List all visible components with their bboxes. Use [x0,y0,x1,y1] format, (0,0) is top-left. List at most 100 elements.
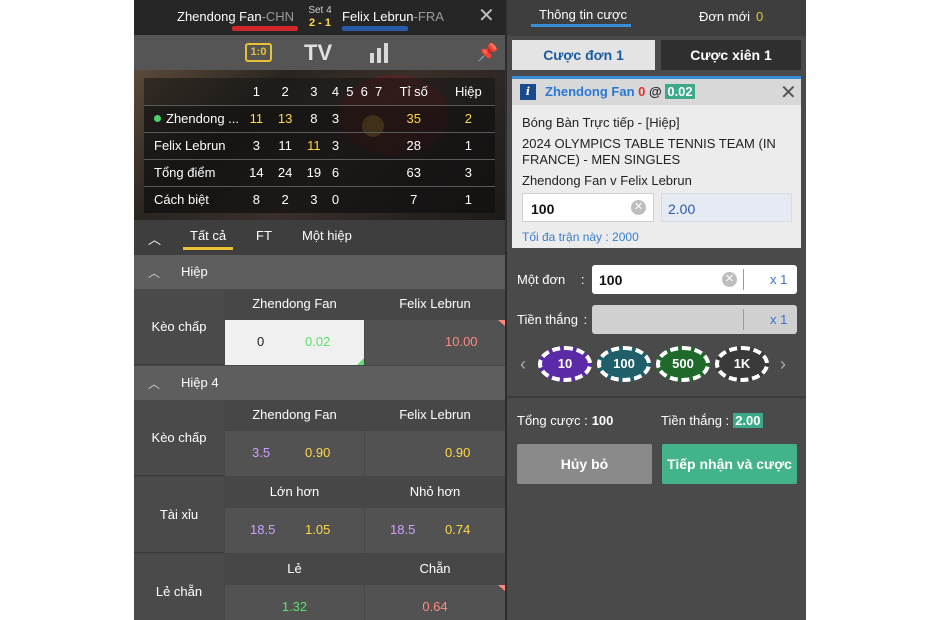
close-icon[interactable]: ✕ [478,6,495,26]
multiplier: x 1 [770,272,788,287]
col-even: Chẵn [365,554,505,584]
score-cell [343,105,357,132]
col-header: 1 [252,83,260,99]
clear-icon[interactable]: ✕ [722,272,737,287]
bet-panel-tabs: Thông tin cược Đơn mới 0 [507,0,806,36]
scoreboard: 1 2 3 4 5 6 7 Tỉ số Hiệp Zhendong ... 11… [134,70,505,220]
divider [743,309,744,330]
media-bar: 1:0 TV 📌 [134,35,505,70]
chevron-up-icon[interactable]: ︿ [148,229,161,248]
tab-parlay-bet[interactable]: Cược xiên 1 [661,40,801,70]
chip-10[interactable]: 10 [538,346,592,382]
section-header-set-4[interactable]: ︿ Hiệp 4 [134,366,505,400]
single-amount-input[interactable]: 100 ✕ x 1 [592,265,797,294]
tv-button[interactable]: TV [304,40,332,66]
close-icon[interactable]: ✕ [780,80,797,105]
odds-even[interactable]: 0.64 [365,585,505,620]
tab-bet-info[interactable]: Thông tin cược [539,7,627,22]
odds-under[interactable]: 18.5 0.74 [365,508,505,553]
row-name: Cách biệt [154,192,209,208]
col-odd: Lẻ [225,554,364,584]
total-stake: Tổng cược :100 [517,413,613,428]
col-header: Tỉ số [399,83,428,99]
col-header: 6 [360,83,368,99]
away-country: -FRA [413,9,444,24]
score-cell [357,159,371,186]
score-cell: 35 [406,111,421,126]
odds-value: 0.64 [422,599,448,614]
score-cell: 19 [306,165,322,180]
score-cell: 2 [281,192,289,208]
filter-bar: ︿ Tất cả FT Một hiệp [134,220,505,255]
slip-sport: Bóng Bàn Trực tiếp - [Hiệp] [522,115,680,130]
slip-at: @ [649,84,662,99]
market-label: Kèo chấp [134,289,224,365]
bet-slip-panel: Thông tin cược Đơn mới 0 Cược đơn 1 Cược … [507,0,806,620]
row-name: Felix Lebrun [154,138,226,153]
match-header: Zhendong Fan-CHN Set 4 2 - 1 Felix Lebru… [134,0,505,35]
odds-value: 0.02 [305,334,331,349]
score-cell: 8 [252,192,260,208]
tab-all[interactable]: Tất cả [190,228,226,243]
col-header: 3 [310,83,318,99]
col-home: Zhendong Fan [225,400,364,430]
stake-value: 100 [531,201,555,217]
cancel-button[interactable]: Hủy bỏ [517,444,652,484]
home-player-name: Zhendong Fan [177,9,262,24]
score-cell: 3 [331,111,340,126]
stake-input[interactable]: 100 ✕ [522,193,654,222]
chevron-up-icon[interactable]: ︿ [148,375,160,392]
odds-value: 0.90 [445,445,471,460]
market-label: Lẻ chẵn [134,554,224,620]
away-color-bar [342,26,408,31]
home-player: Zhendong Fan-CHN [177,9,294,24]
chip-100[interactable]: 100 [597,346,651,382]
odds-value: 0.74 [445,522,471,537]
score-cell: 6 [331,165,340,180]
score-cell [371,132,385,159]
odds-odd[interactable]: 1.32 [225,585,364,620]
col-away: Felix Lebrun [365,289,505,319]
single-label-text: Một đơn [517,272,566,287]
score-cell [343,186,357,213]
odds-away[interactable]: 0.90 [365,431,505,476]
section-header-set[interactable]: ︿ Hiệp [134,255,505,289]
chevron-up-icon[interactable]: ︿ [148,264,160,281]
tab-new-orders[interactable]: Đơn mới 0 [699,9,763,24]
market-label: Tài xỉu [134,477,224,553]
score-row-total: Tổng điểm 14 24 19 6 63 3 [144,159,495,186]
info-icon[interactable]: i [520,84,536,100]
slip-price: 0.02 [665,84,695,99]
pin-icon[interactable]: 📌 [477,43,498,63]
tab-one-set[interactable]: Một hiệp [302,228,352,243]
score-cell: 1 [464,138,472,153]
win-label-text: Tiền thắng [517,312,578,327]
score-cell [371,186,385,213]
odds-home[interactable]: 3.5 0.90 [225,431,364,476]
score-cell: 8 [310,111,318,126]
chevron-left-icon[interactable]: ‹ [520,354,526,375]
serving-indicator-icon [154,115,161,122]
score-cell [357,186,371,213]
chip-1k[interactable]: 1K [715,346,769,382]
chevron-right-icon[interactable]: › [780,354,786,375]
odds-over[interactable]: 18.5 1.05 [225,508,364,553]
match-panel: Zhendong Fan-CHN Set 4 2 - 1 Felix Lebru… [134,0,505,620]
section-title: Hiệp [181,264,208,279]
label-colon: : [583,312,588,327]
odds-away[interactable]: 10.00 [365,320,505,365]
odds-down-indicator [498,585,505,591]
stats-icon[interactable] [370,43,394,63]
total-label: Tổng cược : [517,413,588,428]
score-cell: 3 [464,165,472,180]
col-home: Zhendong Fan [225,289,364,319]
max-bet-note: Tối đa trận này : 2000 [522,230,639,244]
odds-home-selected[interactable]: 0 0.02 [225,320,364,365]
chip-500[interactable]: 500 [656,346,710,382]
tab-single-bet[interactable]: Cược đơn 1 [512,40,655,70]
tab-ft[interactable]: FT [256,228,272,243]
clear-icon[interactable]: ✕ [631,200,646,215]
scoreboard-toggle-icon[interactable]: 1:0 [245,43,272,62]
odds-value: 10.00 [445,334,478,349]
accept-and-bet-button[interactable]: Tiếp nhận và cược [662,444,797,484]
